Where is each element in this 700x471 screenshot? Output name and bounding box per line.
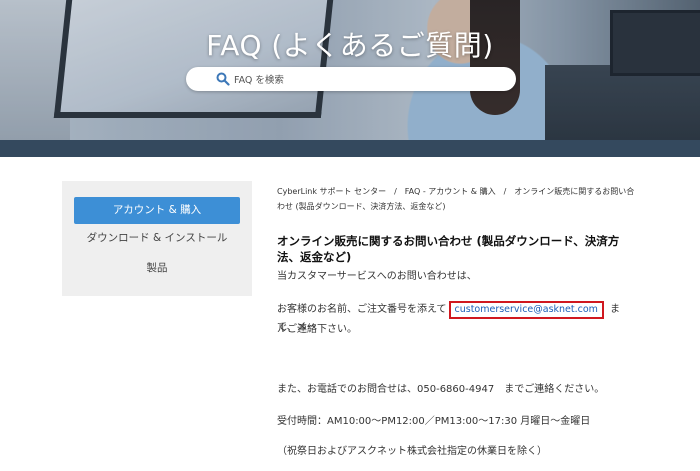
breadcrumb: CyberLink サポート センター / FAQ - アカウント & 購入 / オンラ… <box>277 184 637 214</box>
breadcrumb-separator: / <box>394 187 397 196</box>
header-divider-strip <box>0 140 700 157</box>
breadcrumb-link-support-center[interactable]: CyberLink サポート センター <box>277 187 386 196</box>
contact-text-before: お客様のお名前、ご注文番号を添えて <box>277 304 447 315</box>
article-hours-line: 受付時間：AM10:00～PM12:00／PM13:00～17:30 月曜日～金… <box>277 416 591 427</box>
sidebar-item-account-purchase[interactable]: アカウント & 購入 <box>74 197 240 224</box>
email-link[interactable]: customerservice@asknet.com <box>448 301 604 319</box>
article-intro: 当カスタマーサービスへのお問い合わせは、 <box>277 271 477 282</box>
sidebar-item-download-install[interactable]: ダウンロード & インストール <box>74 225 240 252</box>
search-input[interactable]: FAQ を検索 <box>234 72 284 86</box>
article-holiday-line: （祝祭日およびアスクネット株式会社指定の休業日を除く） <box>277 446 547 457</box>
breadcrumb-separator: / <box>503 187 507 196</box>
category-sidebar: アカウント & 購入 ダウンロード & インストール 製品 <box>62 181 252 296</box>
breadcrumb-link-faq-account[interactable]: FAQ - アカウント & 購入 <box>405 187 496 196</box>
article-title: オンライン販売に関するお問い合わせ (製品ダウンロード、決済方法、返金など) <box>277 234 620 264</box>
article-phone-line: また、お電話でのお問合せは、050-6860-4947 までご連絡ください。 <box>277 384 605 395</box>
sidebar-item-products[interactable]: 製品 <box>74 255 240 282</box>
hero-banner: FAQ (よくあるご質問) FAQ を検索 <box>0 0 700 140</box>
article-contact-line-end: ルご連絡下さい。 <box>277 324 357 335</box>
page-title: FAQ (よくあるご質問) <box>206 29 494 62</box>
search-icon[interactable] <box>216 72 230 86</box>
search-bar[interactable]: FAQ を検索 <box>186 67 516 91</box>
